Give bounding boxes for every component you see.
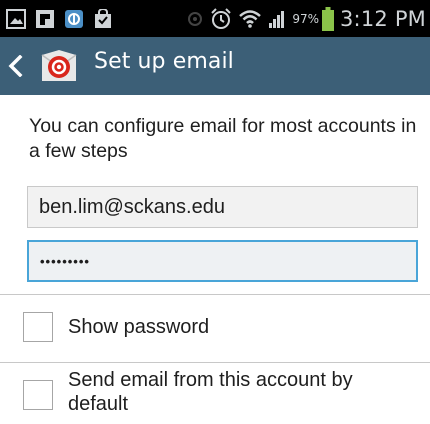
system-icons: 97% 3:12 PM [186,6,426,32]
notification-icons [6,8,113,30]
download-bag-icon [95,9,111,28]
action-bar: Set up email [0,37,430,95]
signal-icon [269,11,285,28]
back-button[interactable] [0,37,90,95]
default-account-label: Send email from this account by default [68,369,353,415]
show-password-checkbox[interactable] [23,312,53,342]
wifi-icon [239,10,262,28]
password-value: ••••••••• [40,253,90,269]
chevron-left-icon [8,55,23,77]
battery-percent: 97% [292,12,319,26]
show-password-option[interactable]: Show password [0,295,430,362]
picture-notification-icon [6,9,26,29]
intro-text: You can configure email for most account… [29,115,417,162]
password-field[interactable]: ••••••••• [27,240,418,282]
app-notification-icon [65,10,83,28]
email-app-icon [41,50,77,81]
wifi-off-icon [188,12,203,26]
default-account-checkbox[interactable] [23,380,53,410]
show-password-label: Show password [68,316,210,338]
alarm-icon [211,8,232,29]
status-bar: 97% 3:12 PM [0,0,430,37]
clock: 3:12 PM [339,7,426,31]
flipboard-icon [36,10,54,28]
email-field[interactable]: ben.lim@sckans.edu [27,186,418,228]
page-title: Set up email [94,49,234,74]
email-value: ben.lim@sckans.edu [39,195,225,218]
default-account-option[interactable]: Send email from this account by default [0,363,430,424]
battery-icon [321,7,334,31]
